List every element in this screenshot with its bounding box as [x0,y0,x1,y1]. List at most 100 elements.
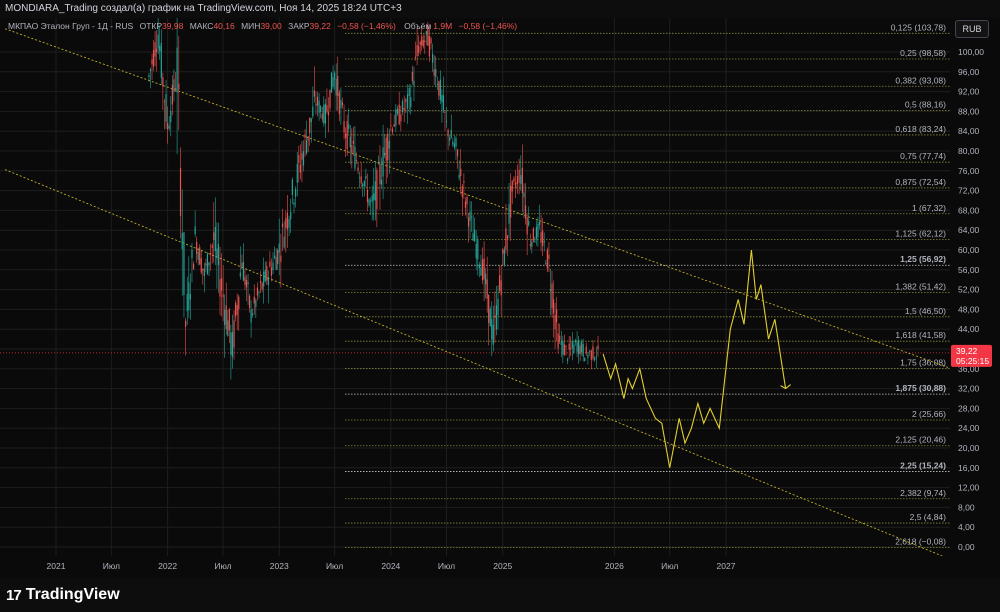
candle-body [398,104,400,125]
candle-body [425,31,427,35]
candle-body [320,106,322,112]
candle-body [581,341,583,353]
candle-body [275,256,277,270]
candle-body [179,167,182,216]
candle-body [382,147,384,177]
candle-body [170,110,172,123]
candle-body [346,121,348,150]
price-axis-bg [950,18,1000,578]
candle-body [165,94,167,122]
candle-body [508,204,510,224]
chart-legend: МКПАО Эталон Груп - 1Д - RUS ОТКР39,98 М… [8,21,517,31]
candle-body [205,263,207,266]
fib-level-label: 1,875 (30,88) [895,383,946,393]
price-badge-value: 39,22 [956,346,978,356]
candle-body [345,133,347,138]
candle-body [298,155,300,164]
price-axis-tick: 28,00 [958,403,980,413]
candle-body [513,178,515,182]
time-axis[interactable]: 2021 Июл 2022 Июл 2023 Июл 2024 Июл 2025 2026 Июл 2… [0,556,1000,578]
candle-body [359,177,361,179]
candle-body [391,128,394,133]
time-axis-tick: 2027 [717,561,736,571]
candle-body [494,315,496,318]
candle-body [524,205,527,219]
candle-body [149,69,152,71]
candle-body [422,39,424,47]
candle-body [285,218,287,228]
candle-body [436,84,438,86]
candle-body [463,181,465,183]
price-axis-tick: 64,00 [958,225,980,235]
fib-level-label: 2,25 (15,24) [900,461,946,471]
candle-body [474,229,476,242]
fib-level-label: 1,75 (36,08) [900,357,946,367]
price-axis-tick: 72,00 [958,186,980,196]
candle-body [387,133,389,161]
candle-body [206,253,209,274]
candle-body [333,72,336,80]
candle-body [173,79,175,92]
fib-level-label: 0,125 (103,78) [891,22,946,32]
candle-body [464,201,467,208]
candle-body [248,295,251,309]
price-axis[interactable]: 100,00 96,00 92,00 88,00 84,00 80,00 76,00 72,0… [950,18,1000,578]
candle-body [481,259,484,281]
candle-body [199,247,201,265]
candle-body [439,79,441,101]
candle-body [376,170,378,210]
candle-body [554,314,556,330]
candle-body [579,345,581,354]
candle-body [162,77,164,87]
candle-body [295,188,297,197]
candle-body [491,319,493,340]
tradingview-brand: TradingView [25,586,120,603]
candle-body [401,101,404,113]
fib-level-label: 2,618 (−0,08) [895,536,946,546]
candle-body [400,114,402,122]
fib-level-label: 1,125 (62,12) [895,229,946,239]
candle-body [388,140,390,149]
candle-body [488,294,490,323]
candle-body [299,164,301,173]
candle-body [216,248,218,259]
candle-body [450,129,452,139]
candle-body [511,180,513,192]
time-axis-tick: 2021 [47,561,66,571]
candle-body [371,195,373,202]
candle-body [559,335,561,341]
candle-body [269,261,271,267]
candle-body [555,309,558,323]
candle-body [301,152,303,160]
candle-body [219,279,221,297]
candle-body [186,293,188,312]
price-axis-tick: 8,00 [958,502,975,512]
candle-body [241,262,243,269]
candle-body [523,192,525,198]
candle-body [309,117,311,133]
tradingview-logo[interactable]: 17 TradingView [6,584,120,606]
candle-body [217,244,220,266]
candle-body [197,252,199,261]
candle-body [467,217,470,227]
candle-body [461,186,463,197]
price-chart[interactable]: 0,125 (103,78) 0,25 (98,58) 0,382 (93,08) 0… [0,0,1000,612]
candle-body [477,239,479,260]
candle-body [203,268,205,276]
candle-body [354,146,356,169]
candle-body [483,258,485,280]
candle-body [242,261,245,281]
candle-body [238,296,240,310]
fib-level-label: 1,618 (41,58) [895,330,946,340]
candle-body [151,59,153,65]
candle-body [244,276,246,285]
candle-body [351,145,353,153]
candle-body [380,179,383,185]
price-axis-tick: 12,00 [958,483,980,493]
candle-body [335,78,337,96]
time-axis-tick: 2025 [493,561,512,571]
price-axis-tick: 32,00 [958,384,980,394]
candle-body [542,230,544,247]
currency-button[interactable]: RUB [955,20,989,38]
candle-body [377,162,380,164]
